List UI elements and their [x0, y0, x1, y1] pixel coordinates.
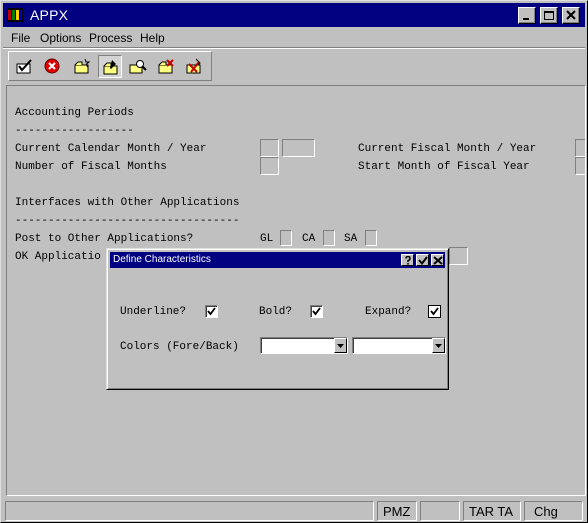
status-field-mode: Chg	[524, 501, 583, 521]
post-to-other-label: Post to Other Applications?	[15, 233, 194, 245]
undo-icon	[186, 58, 201, 74]
maximize-icon	[544, 11, 554, 20]
section-rule-interfaces: ----------------------------------	[15, 215, 240, 227]
checkmark-icon	[430, 307, 439, 316]
appx-logo-icon	[7, 8, 23, 22]
dialog-title: Define Characteristics	[113, 254, 211, 265]
dialog-ok-button[interactable]	[416, 254, 429, 266]
bold-checkbox[interactable]	[310, 305, 323, 318]
status-field-process: TAR TA	[463, 501, 521, 521]
dropdown-arrow-icon	[435, 344, 442, 348]
number-fiscal-months-field[interactable]	[260, 157, 279, 175]
dialog-help-button[interactable]	[401, 254, 414, 266]
new-record-icon	[74, 58, 91, 74]
app-window: APPX File Options Process Help Accountin…	[0, 0, 588, 523]
gl-label: GL	[260, 233, 274, 245]
ok-applications-label: OK Applicatio	[15, 251, 101, 263]
close-icon	[566, 10, 576, 20]
define-characteristics-dialog: Define Characteristics Underline? Bold? …	[106, 248, 449, 390]
ok-tool-button[interactable]	[13, 55, 37, 78]
section-title-accounting: Accounting Periods	[15, 107, 134, 119]
maximize-button[interactable]	[540, 7, 558, 24]
minimize-icon	[523, 18, 529, 20]
window-title: APPX	[30, 7, 69, 23]
close-icon	[433, 256, 443, 265]
menu-file[interactable]: File	[11, 31, 30, 45]
fore-color-select[interactable]	[260, 337, 348, 354]
menu-help[interactable]: Help	[140, 31, 165, 45]
close-button[interactable]	[562, 7, 580, 24]
ca-label: CA	[302, 233, 316, 245]
menu-process[interactable]: Process	[89, 31, 132, 45]
expand-checkbox[interactable]	[428, 305, 441, 318]
ok-check-icon	[16, 59, 32, 74]
underline-label: Underline?	[120, 306, 187, 318]
undo-tool-button[interactable]	[182, 55, 206, 78]
colors-label: Colors (Fore/Back)	[120, 341, 239, 353]
section-title-interfaces: Interfaces with Other Applications	[15, 197, 240, 209]
toolbar-separator	[3, 47, 585, 49]
change-tool-button[interactable]	[98, 55, 122, 78]
bold-label: Bold?	[259, 306, 293, 318]
change-record-icon	[103, 60, 118, 75]
current-fiscal-month-field[interactable]	[575, 139, 585, 157]
menu-options[interactable]: Options	[40, 31, 81, 45]
check-icon	[418, 256, 428, 265]
status-field-blank	[420, 501, 460, 521]
dialog-close-button[interactable]	[431, 254, 444, 266]
current-fiscal-label: Current Fiscal Month / Year	[358, 143, 537, 155]
minimize-button[interactable]	[518, 7, 536, 24]
section-rule-accounting: ------------------	[15, 125, 134, 137]
ca-field[interactable]	[323, 230, 335, 246]
sa-label: SA	[344, 233, 358, 245]
new-tool-button[interactable]	[70, 55, 94, 78]
gl-field[interactable]	[280, 230, 292, 246]
status-field-user: PMZ	[377, 501, 417, 521]
cancel-icon	[44, 58, 60, 74]
start-month-label: Start Month of Fiscal Year	[358, 161, 530, 173]
fore-color-dropdown-button[interactable]	[334, 338, 347, 353]
back-color-dropdown-button[interactable]	[432, 338, 445, 353]
expand-label: Expand?	[365, 306, 412, 318]
delete-record-icon	[158, 59, 174, 74]
sa-field[interactable]	[365, 230, 377, 246]
checkmark-icon	[207, 307, 216, 316]
start-month-field[interactable]	[575, 157, 585, 175]
current-calendar-label: Current Calendar Month / Year	[15, 143, 207, 155]
inquire-tool-button[interactable]	[126, 55, 150, 78]
cancel-tool-button[interactable]	[41, 55, 65, 78]
ok-applications-field[interactable]	[449, 247, 468, 265]
dropdown-arrow-icon	[337, 344, 344, 348]
delete-tool-button[interactable]	[154, 55, 178, 78]
help-question-icon	[405, 256, 411, 265]
current-calendar-month-field[interactable]	[260, 139, 279, 157]
toolbar	[8, 51, 212, 81]
menu-bar: File Options Process Help	[3, 29, 585, 47]
current-calendar-year-field[interactable]	[282, 139, 315, 157]
back-color-select[interactable]	[352, 337, 446, 354]
dialog-title-bar[interactable]: Define Characteristics	[110, 252, 445, 268]
status-bar: PMZ TAR TA Chg	[3, 500, 585, 521]
status-field-message	[5, 501, 374, 521]
inquire-icon	[129, 60, 147, 74]
underline-checkbox[interactable]	[205, 305, 218, 318]
checkmark-icon	[312, 307, 321, 316]
number-fiscal-months-label: Number of Fiscal Months	[15, 161, 167, 173]
title-bar[interactable]: APPX	[3, 3, 585, 27]
